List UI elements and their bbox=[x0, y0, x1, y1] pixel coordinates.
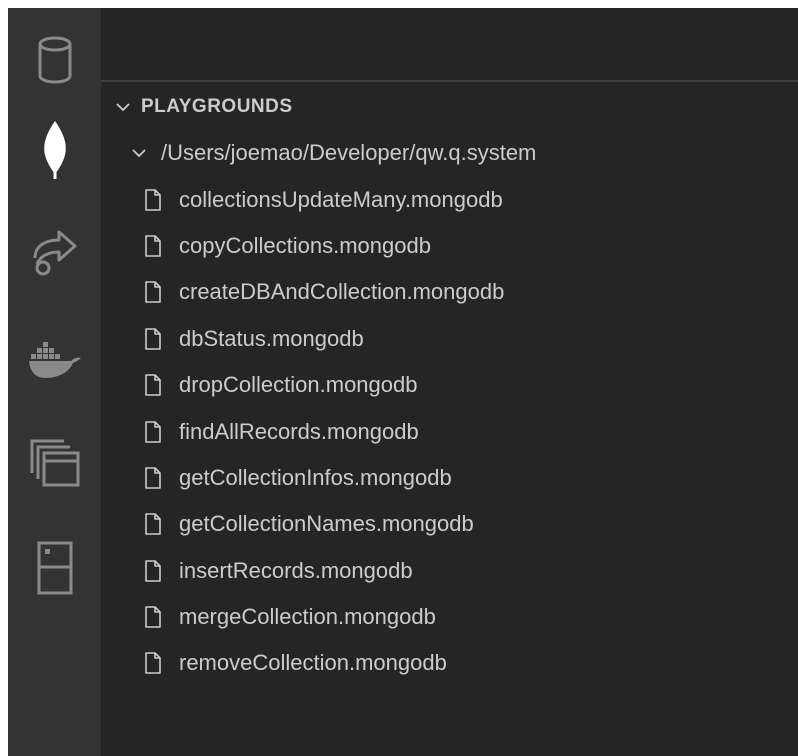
file-icon bbox=[145, 327, 161, 350]
activity-mongodb[interactable] bbox=[8, 110, 101, 190]
file-icon bbox=[145, 467, 161, 489]
side-panel: PLAYGROUNDS /Users/joemao/Developer/qw.q… bbox=[101, 8, 798, 756]
file-icon bbox=[145, 652, 161, 675]
file-name: dropCollection.mongodb bbox=[179, 372, 418, 398]
chevron-down-icon bbox=[115, 99, 131, 115]
folder-item[interactable]: /Users/joemao/Developer/qw.q.system bbox=[101, 130, 798, 176]
window: PLAYGROUNDS /Users/joemao/Developer/qw.q… bbox=[8, 8, 798, 756]
playgrounds-section-header[interactable]: PLAYGROUNDS bbox=[101, 92, 798, 122]
file-name: createDBAndCollection.mongodb bbox=[179, 279, 505, 305]
activity-bar bbox=[8, 8, 101, 756]
file-name: getCollectionNames.mongodb bbox=[179, 511, 474, 537]
file-icon bbox=[145, 281, 161, 304]
panel-divider bbox=[101, 80, 798, 82]
file-item[interactable]: dropCollection.mongodb bbox=[101, 362, 798, 408]
file-icon bbox=[145, 606, 161, 628]
file-item[interactable]: collectionsUpdateMany.mongodb bbox=[101, 176, 798, 222]
activity-device[interactable] bbox=[8, 528, 101, 608]
file-item[interactable]: getCollectionNames.mongodb bbox=[101, 501, 798, 547]
playgrounds-tree: /Users/joemao/Developer/qw.q.system coll… bbox=[101, 130, 798, 687]
remote-share-icon bbox=[29, 228, 81, 280]
activity-windows[interactable] bbox=[8, 424, 101, 504]
file-item[interactable]: createDBAndCollection.mongodb bbox=[101, 269, 798, 315]
docker-icon bbox=[27, 336, 83, 380]
file-name: copyCollections.mongodb bbox=[179, 232, 431, 258]
file-icon bbox=[145, 420, 161, 443]
file-item[interactable]: findAllRecords.mongodb bbox=[101, 408, 798, 454]
activity-docker[interactable] bbox=[8, 318, 101, 398]
file-name: findAllRecords.mongodb bbox=[179, 418, 419, 444]
mongodb-leaf-icon bbox=[38, 119, 72, 181]
device-icon bbox=[35, 539, 75, 597]
file-name: dbStatus.mongodb bbox=[179, 325, 364, 351]
folder-path: /Users/joemao/Developer/qw.q.system bbox=[161, 140, 537, 166]
file-name: mergeCollection.mongodb bbox=[179, 604, 436, 630]
activity-database[interactable] bbox=[8, 20, 101, 100]
file-name: removeCollection.mongodb bbox=[179, 650, 447, 676]
chevron-down-icon bbox=[131, 145, 147, 161]
file-icon bbox=[145, 188, 161, 211]
file-item[interactable]: mergeCollection.mongodb bbox=[101, 594, 798, 640]
file-icon bbox=[145, 513, 161, 536]
file-icon bbox=[145, 374, 161, 396]
file-item[interactable]: dbStatus.mongodb bbox=[101, 316, 798, 362]
activity-live-share[interactable] bbox=[8, 214, 101, 294]
file-name: collectionsUpdateMany.mongodb bbox=[179, 186, 503, 212]
file-icon bbox=[145, 235, 161, 257]
file-item[interactable]: copyCollections.mongodb bbox=[101, 223, 798, 269]
stacked-windows-icon bbox=[28, 437, 82, 491]
file-item[interactable]: removeCollection.mongodb bbox=[101, 640, 798, 686]
section-title: PLAYGROUNDS bbox=[141, 96, 293, 117]
file-icon bbox=[145, 559, 161, 582]
database-icon bbox=[35, 35, 75, 85]
file-item[interactable]: insertRecords.mongodb bbox=[101, 548, 798, 594]
file-list: collectionsUpdateMany.mongodb copyCollect… bbox=[101, 176, 798, 686]
file-item[interactable]: getCollectionInfos.mongodb bbox=[101, 455, 798, 501]
file-name: insertRecords.mongodb bbox=[179, 557, 413, 583]
file-name: getCollectionInfos.mongodb bbox=[179, 464, 452, 490]
